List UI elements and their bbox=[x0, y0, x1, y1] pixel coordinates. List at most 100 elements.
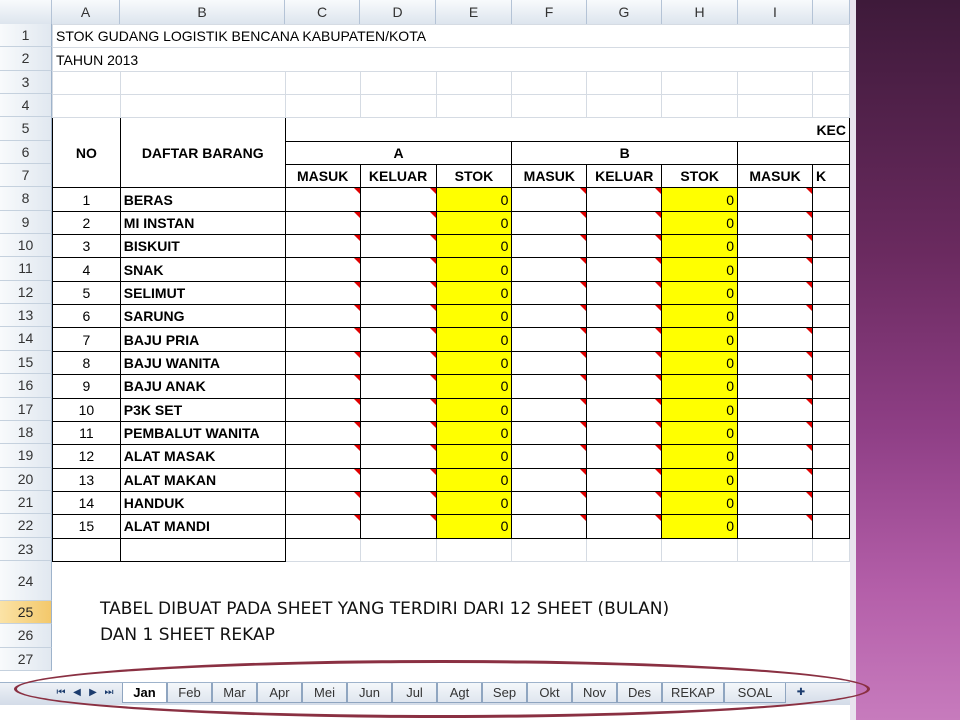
keluar-a-cell[interactable] bbox=[359, 420, 437, 446]
stok-b-cell[interactable]: 0 bbox=[661, 420, 739, 446]
masuk-a-cell[interactable] bbox=[284, 397, 361, 422]
item-name[interactable]: MI INSTAN bbox=[119, 210, 286, 236]
masuk-a-cell[interactable] bbox=[284, 444, 361, 469]
row-header[interactable]: 21 bbox=[0, 490, 52, 515]
cell[interactable] bbox=[511, 70, 588, 96]
keluar-a-cell[interactable] bbox=[359, 374, 437, 399]
item-no[interactable]: 13 bbox=[52, 467, 121, 492]
column-header-i[interactable]: I bbox=[738, 0, 813, 24]
item-no[interactable]: 14 bbox=[52, 490, 121, 516]
keluar-c-cell[interactable] bbox=[811, 234, 850, 259]
cell[interactable] bbox=[661, 94, 739, 119]
masuk-c-cell[interactable] bbox=[737, 187, 813, 212]
stok-a-cell[interactable]: 0 bbox=[435, 187, 513, 212]
keluar-c-cell[interactable] bbox=[811, 327, 850, 352]
masuk-c-cell[interactable] bbox=[737, 467, 813, 492]
item-no[interactable]: 10 bbox=[52, 397, 121, 422]
row-header[interactable]: 8 bbox=[0, 187, 52, 211]
row-header[interactable]: 2 bbox=[0, 47, 52, 71]
item-name[interactable]: SARUNG bbox=[119, 304, 286, 329]
masuk-b-cell[interactable] bbox=[511, 257, 588, 282]
keluar-a-cell[interactable] bbox=[359, 444, 437, 469]
column-header-d[interactable]: D bbox=[360, 0, 436, 24]
cell-subtitle[interactable]: TAHUN 2013 bbox=[52, 47, 850, 72]
header-keluar-a[interactable]: KELUAR bbox=[359, 164, 437, 189]
stok-b-cell[interactable]: 0 bbox=[661, 374, 739, 399]
masuk-b-cell[interactable] bbox=[511, 234, 588, 259]
stok-b-cell[interactable]: 0 bbox=[661, 514, 739, 539]
row-header[interactable]: 15 bbox=[0, 350, 52, 375]
header-group-b[interactable]: B bbox=[511, 140, 739, 166]
keluar-c-cell[interactable] bbox=[811, 420, 850, 446]
cell[interactable] bbox=[737, 94, 813, 119]
masuk-b-cell[interactable] bbox=[511, 420, 588, 446]
cell[interactable] bbox=[435, 537, 513, 562]
keluar-a-cell[interactable] bbox=[359, 397, 437, 422]
stok-a-cell[interactable]: 0 bbox=[435, 234, 513, 259]
keluar-a-cell[interactable] bbox=[359, 257, 437, 282]
keluar-c-cell[interactable] bbox=[811, 350, 850, 376]
row-header[interactable]: 26 bbox=[0, 624, 52, 648]
item-name[interactable]: HANDUK bbox=[119, 490, 286, 516]
keluar-c-cell[interactable] bbox=[811, 304, 850, 329]
cell[interactable] bbox=[586, 94, 663, 119]
keluar-b-cell[interactable] bbox=[586, 304, 663, 329]
row-header[interactable]: 22 bbox=[0, 514, 52, 538]
cell[interactable] bbox=[52, 70, 121, 96]
stok-b-cell[interactable]: 0 bbox=[661, 327, 739, 352]
cell[interactable] bbox=[359, 70, 437, 96]
header-masuk-c[interactable]: MASUK bbox=[737, 164, 813, 189]
masuk-b-cell[interactable] bbox=[511, 444, 588, 469]
stok-b-cell[interactable]: 0 bbox=[661, 444, 739, 469]
keluar-b-cell[interactable] bbox=[586, 210, 663, 236]
masuk-a-cell[interactable] bbox=[284, 280, 361, 306]
item-no[interactable]: 1 bbox=[52, 187, 121, 212]
masuk-a-cell[interactable] bbox=[284, 327, 361, 352]
row-header[interactable]: 1 bbox=[0, 24, 52, 48]
row-header[interactable]: 17 bbox=[0, 397, 52, 421]
cell[interactable] bbox=[511, 94, 588, 119]
row-header[interactable]: 12 bbox=[0, 280, 52, 305]
masuk-a-cell[interactable] bbox=[284, 420, 361, 446]
masuk-c-cell[interactable] bbox=[737, 304, 813, 329]
item-name[interactable]: ALAT MANDI bbox=[119, 514, 286, 539]
masuk-a-cell[interactable] bbox=[284, 187, 361, 212]
cell[interactable] bbox=[284, 537, 361, 562]
row-header[interactable]: 7 bbox=[0, 164, 52, 188]
cell-title[interactable]: STOK GUDANG LOGISTIK BENCANA KABUPATEN/K… bbox=[52, 23, 850, 49]
cell[interactable] bbox=[359, 537, 437, 562]
keluar-b-cell[interactable] bbox=[586, 444, 663, 469]
row-header[interactable]: 6 bbox=[0, 140, 52, 165]
masuk-c-cell[interactable] bbox=[737, 420, 813, 446]
header-kecamatan[interactable]: KEC bbox=[284, 117, 850, 142]
keluar-c-cell[interactable] bbox=[811, 374, 850, 399]
cell[interactable] bbox=[119, 70, 286, 96]
item-name[interactable]: SELIMUT bbox=[119, 280, 286, 306]
item-no[interactable]: 4 bbox=[52, 257, 121, 282]
cell[interactable] bbox=[435, 70, 513, 96]
cell[interactable] bbox=[811, 537, 850, 562]
stok-a-cell[interactable]: 0 bbox=[435, 374, 513, 399]
masuk-c-cell[interactable] bbox=[737, 210, 813, 236]
cell[interactable] bbox=[284, 94, 361, 119]
keluar-a-cell[interactable] bbox=[359, 280, 437, 306]
keluar-a-cell[interactable] bbox=[359, 327, 437, 352]
item-no[interactable]: 2 bbox=[52, 210, 121, 236]
stok-a-cell[interactable]: 0 bbox=[435, 280, 513, 306]
stok-a-cell[interactable]: 0 bbox=[435, 467, 513, 492]
keluar-b-cell[interactable] bbox=[586, 397, 663, 422]
row-header[interactable]: 27 bbox=[0, 647, 52, 671]
header-masuk-b[interactable]: MASUK bbox=[511, 164, 588, 189]
item-no[interactable]: 11 bbox=[52, 420, 121, 446]
column-header-c[interactable]: C bbox=[285, 0, 360, 24]
column-header-f[interactable]: F bbox=[512, 0, 587, 24]
masuk-a-cell[interactable] bbox=[284, 304, 361, 329]
stok-b-cell[interactable]: 0 bbox=[661, 350, 739, 376]
keluar-a-cell[interactable] bbox=[359, 210, 437, 236]
cell[interactable] bbox=[435, 94, 513, 119]
keluar-a-cell[interactable] bbox=[359, 234, 437, 259]
keluar-b-cell[interactable] bbox=[586, 350, 663, 376]
masuk-a-cell[interactable] bbox=[284, 350, 361, 376]
keluar-b-cell[interactable] bbox=[586, 257, 663, 282]
row-header[interactable]: 18 bbox=[0, 420, 52, 445]
